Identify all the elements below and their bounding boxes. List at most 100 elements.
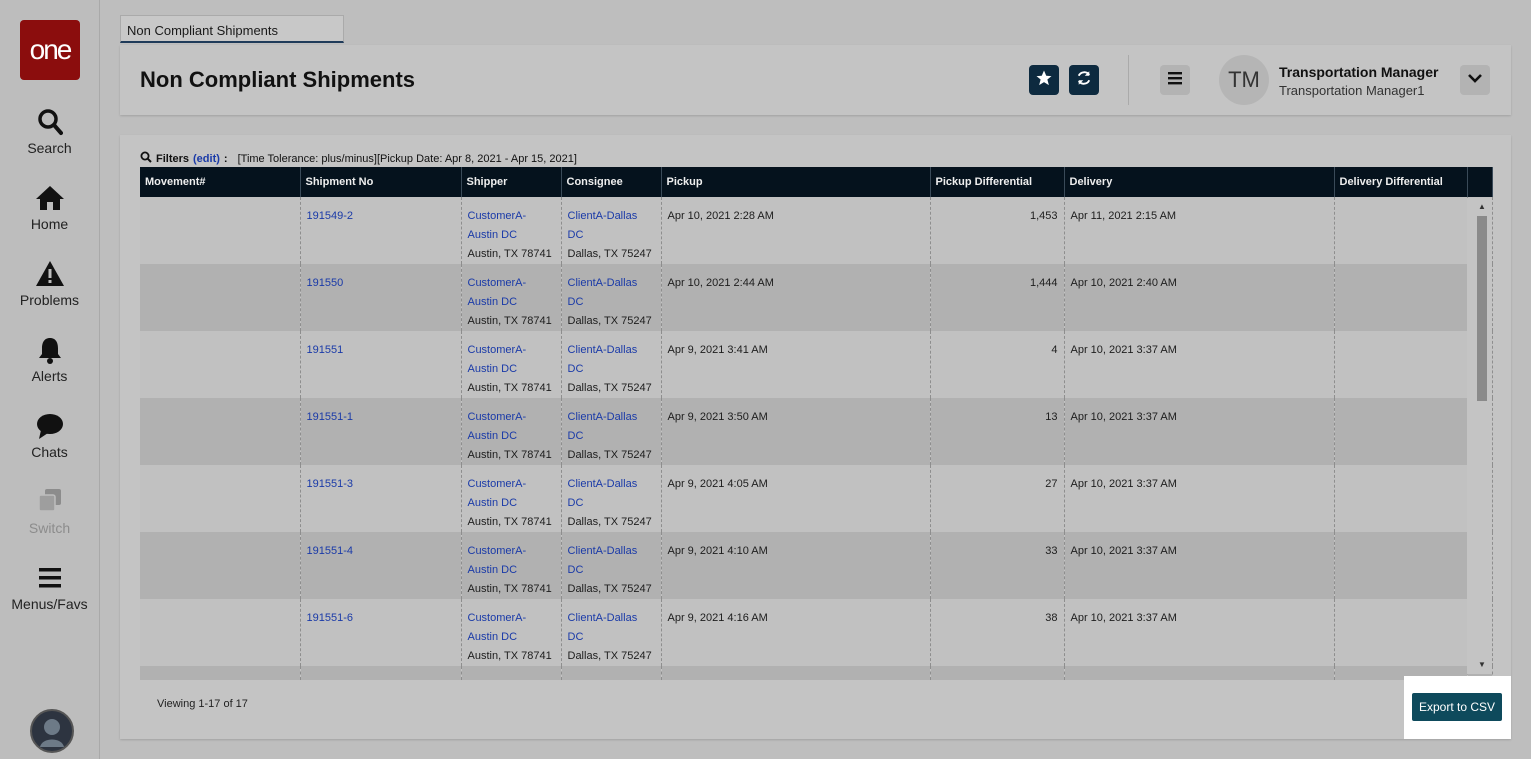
consignee-address: Dallas, TX 75247 <box>567 583 652 595</box>
export-to-csv-button[interactable]: Export to CSV <box>1412 693 1502 721</box>
hamburger-icon <box>0 564 99 594</box>
table-row[interactable]: 191549-2 CustomerA- Austin DC Austin, TX 78… <box>140 197 1493 264</box>
shipment-link[interactable]: 191551-4 <box>307 545 354 557</box>
filter-search-icon <box>140 151 152 166</box>
shipper-link[interactable]: CustomerA- Austin DC <box>468 277 527 308</box>
sidebar-item-search[interactable]: Search <box>0 108 99 156</box>
refresh-button[interactable] <box>1069 65 1099 95</box>
shipper-link[interactable]: CustomerA- Austin DC <box>468 612 527 643</box>
scrollbar-thumb[interactable] <box>1477 216 1487 401</box>
shipment-link[interactable]: 191550 <box>307 277 344 289</box>
col-header-movement[interactable]: Movement# <box>140 167 301 197</box>
cell-movement <box>140 331 301 398</box>
consignee-link[interactable]: ClientA-Dallas DC <box>568 545 638 576</box>
cell-pickup: Apr 9, 2021 4:05 AM <box>661 465 931 532</box>
cell-pickup: Apr 9, 2021 3:41 AM <box>661 331 931 398</box>
consignee-link[interactable]: ClientA-Dallas DC <box>568 277 638 308</box>
consignee-name-line2: DC <box>567 296 584 308</box>
shipper-name-line2: Austin DC <box>467 564 518 576</box>
col-header-consignee[interactable]: Consignee <box>561 167 662 197</box>
shipper-address: Austin, TX 78741 <box>467 516 552 528</box>
shipment-link[interactable]: 191551-3 <box>307 478 354 490</box>
col-header-shipper[interactable]: Shipper <box>461 167 562 197</box>
tab-non-compliant-shipments[interactable]: Non Compliant Shipments <box>120 15 344 43</box>
consignee-link[interactable]: ClientA-Dallas DC <box>568 411 638 442</box>
page-menu-button[interactable] <box>1160 65 1190 95</box>
shipment-link[interactable]: 191551 <box>307 344 344 356</box>
table-scrollbar[interactable]: ▲ ▼ <box>1467 198 1492 674</box>
shipment-link[interactable]: 191549-2 <box>307 210 354 222</box>
shipper-address: Austin, TX 78741 <box>467 449 552 461</box>
consignee-link[interactable]: ClientA-Dallas DC <box>568 210 638 241</box>
shipper-address: Austin, TX 78741 <box>467 315 552 327</box>
shipper-link[interactable]: CustomerA- Austin DC <box>468 344 527 375</box>
sidebar-item-chats[interactable]: Chats <box>0 412 99 460</box>
bot-avatar-icon[interactable] <box>30 709 74 753</box>
chevron-down-icon <box>1467 70 1483 91</box>
shipper-name-line1: CustomerA- <box>467 411 527 423</box>
table-row[interactable]: 191551-3 CustomerA- Austin DC Austin, TX 78… <box>140 465 1493 532</box>
cell-movement <box>140 532 301 599</box>
sidebar-item-home[interactable]: Home <box>0 184 99 232</box>
consignee-link[interactable]: ClientA-Dallas DC <box>568 612 638 643</box>
consignee-name-line2: DC <box>567 430 584 442</box>
cell-shipment-no: 191550 <box>300 264 462 331</box>
cell-consignee: ClientA-Dallas DC Dallas, TX 75247 <box>561 532 662 599</box>
sidebar-item-switch[interactable]: Switch <box>0 488 99 536</box>
cell-pickup-differential: 27 <box>930 465 1065 532</box>
sidebar-item-label: Chats <box>31 444 68 460</box>
header-divider <box>1128 55 1129 105</box>
sidebar-item-menus-favs[interactable]: Menus/Favs <box>0 564 99 612</box>
sidebar-item-label: Menus/Favs <box>11 596 88 612</box>
table-header-row: Movement# Shipment No Shipper Consignee … <box>140 167 1493 197</box>
table-row[interactable]: 191551-4 CustomerA- Austin DC Austin, TX 78… <box>140 532 1493 599</box>
cell-pickup: Apr 10, 2021 2:44 AM <box>661 264 931 331</box>
shipper-address: Austin, TX 78741 <box>467 248 552 260</box>
app-logo[interactable]: one <box>20 20 80 80</box>
cell-delivery: Apr 11, 2021 2:15 AM <box>1064 197 1335 264</box>
cell-delivery-differential <box>1334 599 1468 666</box>
shipper-link[interactable]: CustomerA- Austin DC <box>468 545 527 576</box>
favorite-button[interactable] <box>1029 65 1059 95</box>
cell-pickup: Apr 9, 2021 3:50 AM <box>661 398 931 465</box>
cell-shipper: CustomerA- Austin DC Austin, TX 78741 <box>461 197 562 264</box>
col-header-delivery-differential[interactable]: Delivery Differential <box>1334 167 1468 197</box>
table-row[interactable]: 191550 CustomerA- Austin DC Austin, TX 7874… <box>140 264 1493 331</box>
col-header-delivery[interactable]: Delivery <box>1064 167 1335 197</box>
home-icon <box>0 184 99 214</box>
consignee-address: Dallas, TX 75247 <box>567 248 652 260</box>
user-dropdown-button[interactable] <box>1460 65 1490 95</box>
user-avatar[interactable]: TM <box>1219 55 1269 105</box>
cell-pickup-differential: 33 <box>930 532 1065 599</box>
consignee-name-line1: ClientA-Dallas <box>567 210 638 222</box>
filters-label: Filters <box>156 152 190 165</box>
shipper-link[interactable]: CustomerA- Austin DC <box>468 411 527 442</box>
cell-consignee: ClientA-Dallas DC Dallas, TX 75247 <box>561 197 662 264</box>
cell-delivery-differential <box>1334 532 1468 599</box>
consignee-link[interactable]: ClientA-Dallas DC <box>568 478 638 509</box>
sidebar-item-problems[interactable]: Problems <box>0 260 99 308</box>
shipment-link[interactable]: 191551-1 <box>307 411 354 423</box>
cell-pickup: Apr 9, 2021 4:16 AM <box>661 599 931 666</box>
consignee-link[interactable]: ClientA-Dallas DC <box>568 344 638 375</box>
scroll-down-icon[interactable]: ▼ <box>1478 660 1486 669</box>
sidebar-item-alerts[interactable]: Alerts <box>0 336 99 384</box>
table-row[interactable]: 191551-6 CustomerA- Austin DC Austin, TX 78… <box>140 599 1493 666</box>
filters-value: [Time Tolerance: plus/minus][Pickup Date… <box>237 152 577 165</box>
col-header-pickup-differential[interactable]: Pickup Differential <box>930 167 1065 197</box>
shipper-link[interactable]: CustomerA- Austin DC <box>468 478 527 509</box>
table-row[interactable]: 191551-1 CustomerA- Austin DC Austin, TX 78… <box>140 398 1493 465</box>
tab-label: Non Compliant Shipments <box>127 23 279 38</box>
col-header-shipment-no[interactable]: Shipment No <box>300 167 462 197</box>
filters-edit-link[interactable]: (edit) <box>193 153 220 165</box>
table-row[interactable]: 191551 CustomerA- Austin DC Austin, TX 7874… <box>140 331 1493 398</box>
shipment-link[interactable]: 191551-6 <box>307 612 354 624</box>
scroll-up-icon[interactable]: ▲ <box>1478 202 1486 211</box>
col-header-pickup[interactable]: Pickup <box>661 167 931 197</box>
consignee-address: Dallas, TX 75247 <box>567 650 652 662</box>
col-header-scroll-spacer <box>1467 167 1493 197</box>
shipper-link[interactable]: CustomerA- Austin DC <box>468 210 527 241</box>
sidebar-item-label: Alerts <box>31 368 68 384</box>
cell-pickup: Apr 9, 2021 4:10 AM <box>661 532 931 599</box>
consignee-address: Dallas, TX 75247 <box>567 315 652 327</box>
